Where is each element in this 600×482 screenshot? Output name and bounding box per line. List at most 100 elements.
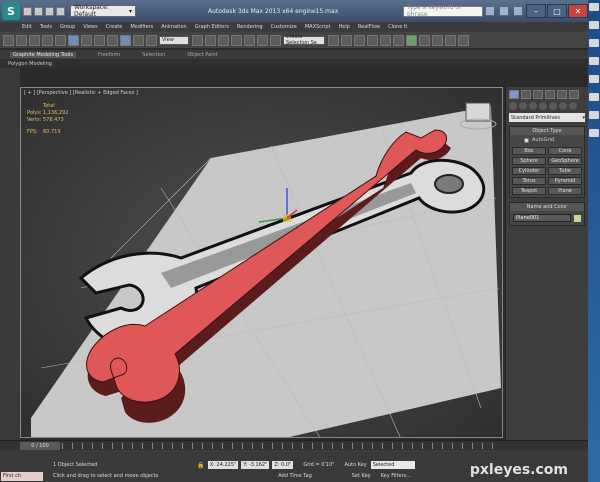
space-warps-icon[interactable] [559,102,567,110]
geometry-icon[interactable] [509,102,517,110]
motion-tab-icon[interactable] [545,90,555,99]
desktop-shortcut-icon[interactable] [589,93,599,101]
layer-manager-icon[interactable] [354,34,365,46]
graphite-toggle-icon[interactable] [367,34,378,46]
named-selection-dropdown[interactable]: Create Selection Se [283,34,325,46]
rectangle-selection-icon[interactable] [94,34,105,46]
save-file-icon[interactable] [45,6,54,16]
time-slider[interactable]: 0 / 100 [20,442,60,450]
close-button[interactable]: ✕ [568,4,588,18]
object-name-input[interactable]: Plane001 [513,214,571,222]
open-file-icon[interactable] [34,6,43,16]
desktop-shortcut-icon[interactable] [589,129,599,137]
autogrid-checkbox[interactable]: AutoGrid [510,135,584,145]
auto-key-button[interactable]: Auto Key [344,462,366,468]
bind-space-warp-icon[interactable] [55,34,66,46]
menu-tools[interactable]: Tools [40,24,52,30]
sphere-button[interactable]: Sphere [512,157,546,165]
snaps-toggle-icon[interactable] [218,34,229,46]
render-setup-icon[interactable] [419,34,430,46]
spinner-snap-icon[interactable] [257,34,268,46]
geosphere-button[interactable]: GeoSphere [548,157,582,165]
menu-edit[interactable]: Edit [22,24,32,30]
lock-selection-icon[interactable]: 🔒 [197,462,204,469]
select-scale-icon[interactable] [146,34,157,46]
helpers-icon[interactable] [549,102,557,110]
pyramid-button[interactable]: Pyramid [548,177,582,185]
menu-animation[interactable]: Animation [161,24,187,30]
search-input[interactable]: Type a keyword or phrase [403,4,483,18]
shapes-icon[interactable] [519,102,527,110]
menu-clone-it[interactable]: Clone It [388,24,407,30]
tab-selection[interactable]: Selection [142,52,165,58]
name-color-header[interactable]: Name and Color [510,203,584,211]
select-by-name-icon[interactable] [81,34,92,46]
undo-icon[interactable] [3,34,14,46]
menu-maxscript[interactable]: MAXScript [305,24,331,30]
menu-rendering[interactable]: Rendering [237,24,263,30]
menu-views[interactable]: Views [83,24,97,30]
object-color-swatch[interactable] [574,214,581,222]
time-slider-bar[interactable]: 0 / 100 [0,440,588,450]
torus-button[interactable]: Torus [512,177,546,185]
pivot-center-icon[interactable] [192,34,203,46]
perspective-viewport[interactable]: [ + ] [Perspective ] [Realistic + Edged … [20,87,503,438]
desktop-shortcut-icon[interactable] [589,21,599,29]
desktop-shortcut-icon[interactable] [589,111,599,119]
track-bar[interactable] [62,443,502,449]
key-mode-dropdown[interactable]: Selected [370,461,415,469]
modify-tab-icon[interactable] [521,90,531,99]
desktop-shortcut-icon[interactable] [589,3,599,11]
rendered-frame-window-icon[interactable] [432,34,443,46]
select-object-icon[interactable] [68,34,79,46]
cone-button[interactable]: Cone [548,147,582,155]
curve-editor-icon[interactable] [380,34,391,46]
redo-icon[interactable] [16,34,27,46]
menu-graph-editors[interactable]: Graph Editors [195,24,229,30]
hierarchy-tab-icon[interactable] [533,90,543,99]
mirror-icon[interactable] [328,34,339,46]
render-production-icon[interactable] [445,34,456,46]
menu-modifiers[interactable]: Modifiers [130,24,153,30]
select-rotate-icon[interactable] [133,34,144,46]
minimize-button[interactable]: – [526,4,546,18]
tube-button[interactable]: Tube [548,167,582,175]
display-tab-icon[interactable] [557,90,567,99]
plane-button[interactable]: Plane [548,187,582,195]
maximize-button[interactable]: □ [547,4,567,18]
window-crossing-icon[interactable] [107,34,118,46]
undo-icon[interactable] [56,6,65,16]
select-move-icon[interactable] [120,34,131,46]
z-coordinate-field[interactable]: Z: 0.0" [272,461,294,469]
menu-help[interactable]: Help [339,24,350,30]
maxscript-listener-input[interactable]: First ch [1,471,43,481]
edit-named-selection-icon[interactable] [270,34,281,46]
menu-create[interactable]: Create [106,24,123,30]
binoculars-icon[interactable] [485,6,495,16]
set-key-button[interactable]: Set Key [352,473,371,479]
utilities-tab-icon[interactable] [569,90,579,99]
primitive-type-dropdown[interactable]: Standard Primitives ▾ [509,113,585,122]
x-coordinate-field[interactable]: X: 24.225" [207,461,239,469]
tab-graphite-modeling-tools[interactable]: Graphite Modeling Tools [10,51,77,58]
help-icon[interactable] [513,6,523,16]
link-icon[interactable] [29,34,40,46]
new-file-icon[interactable] [23,6,32,16]
y-coordinate-field[interactable]: Y: -3.162" [241,461,270,469]
menu-group[interactable]: Group [60,24,75,30]
material-editor-icon[interactable] [406,34,417,46]
workspace-dropdown[interactable]: Workspace: Default ▾ [70,4,136,18]
box-button[interactable]: Box [512,147,546,155]
lights-icon[interactable] [529,102,537,110]
key-filters-button[interactable]: Key Filters... [381,473,411,479]
3dsmax-logo-icon[interactable]: S [2,2,20,20]
ribbon-polygon-modeling[interactable]: Polygon Modeling [8,61,52,67]
menu-realflow[interactable]: RealFlow [358,24,380,30]
percent-snap-icon[interactable] [244,34,255,46]
cylinder-button[interactable]: Cylinder [512,167,546,175]
angle-snap-icon[interactable] [231,34,242,46]
create-tab-icon[interactable] [509,90,519,99]
desktop-shortcut-icon[interactable] [589,57,599,65]
teapot-button[interactable]: Teapot [512,187,546,195]
menu-customize[interactable]: Customize [271,24,297,30]
